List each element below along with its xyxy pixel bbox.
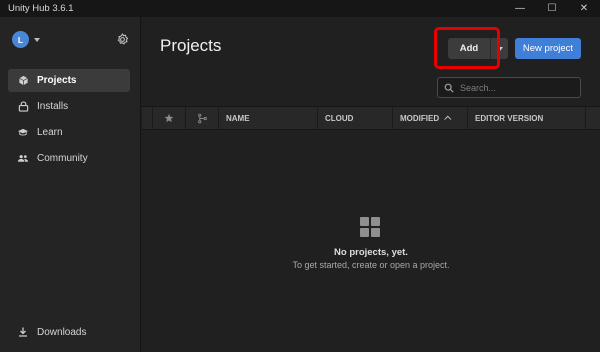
header-spacer [586, 106, 600, 130]
sort-ascending-icon [444, 115, 452, 123]
sidebar-item-community[interactable]: Community [8, 147, 130, 170]
column-header-cloud[interactable]: CLOUD [318, 106, 393, 130]
sidebar-nav: Projects Installs Learn Community [8, 69, 130, 173]
column-header-name[interactable]: NAME [219, 106, 318, 130]
graduation-cap-icon [17, 127, 29, 139]
empty-state-subtitle: To get started, create or open a project… [292, 260, 450, 270]
grid-icon [360, 217, 380, 237]
main-panel: Projects Add New project NAME CLOUD MODI… [142, 17, 600, 352]
git-column-header[interactable] [186, 106, 219, 130]
star-icon [164, 113, 174, 123]
gear-icon[interactable] [116, 33, 129, 46]
column-header-label: MODIFIED [400, 113, 440, 123]
people-icon [17, 153, 29, 165]
downloads-button[interactable]: Downloads [8, 322, 86, 342]
close-button[interactable]: ✕ [568, 0, 600, 17]
user-menu[interactable]: L [12, 31, 40, 48]
empty-state-title: No projects, yet. [334, 247, 408, 258]
sidebar-item-label: Installs [37, 101, 69, 112]
search-input[interactable] [460, 82, 570, 93]
search-icon [444, 83, 454, 93]
chevron-down-icon[interactable] [34, 37, 40, 42]
sidebar-item-learn[interactable]: Learn [8, 121, 130, 144]
favorite-column-header[interactable] [153, 106, 186, 130]
lock-icon [17, 101, 29, 113]
column-header-modified[interactable]: MODIFIED [393, 106, 468, 130]
sidebar-item-label: Learn [37, 127, 63, 138]
sidebar-item-label: Projects [37, 75, 77, 86]
avatar[interactable]: L [12, 31, 29, 48]
window-title: Unity Hub 3.6.1 [8, 3, 74, 14]
title-bar: Unity Hub 3.6.1 — ☐ ✕ [0, 0, 600, 17]
downloads-label: Downloads [37, 326, 87, 338]
page-title: Projects [160, 36, 222, 55]
search-box[interactable] [437, 77, 581, 98]
sidebar-item-installs[interactable]: Installs [8, 95, 130, 118]
sidebar-item-projects[interactable]: Projects [8, 69, 130, 92]
table-header: NAME CLOUD MODIFIED EDITOR VERSION [142, 106, 600, 130]
header-spacer [142, 106, 153, 130]
branch-icon [197, 113, 207, 123]
minimize-button[interactable]: — [504, 0, 536, 17]
sidebar-item-label: Community [37, 153, 88, 164]
cube-icon [17, 75, 29, 87]
maximize-button[interactable]: ☐ [536, 0, 568, 17]
new-project-button[interactable]: New project [515, 38, 581, 59]
sidebar: L Projects Installs Learn Community Down… [0, 17, 141, 352]
column-header-editor-version[interactable]: EDITOR VERSION [468, 106, 586, 130]
highlight-box [434, 27, 500, 69]
download-icon [19, 327, 27, 337]
